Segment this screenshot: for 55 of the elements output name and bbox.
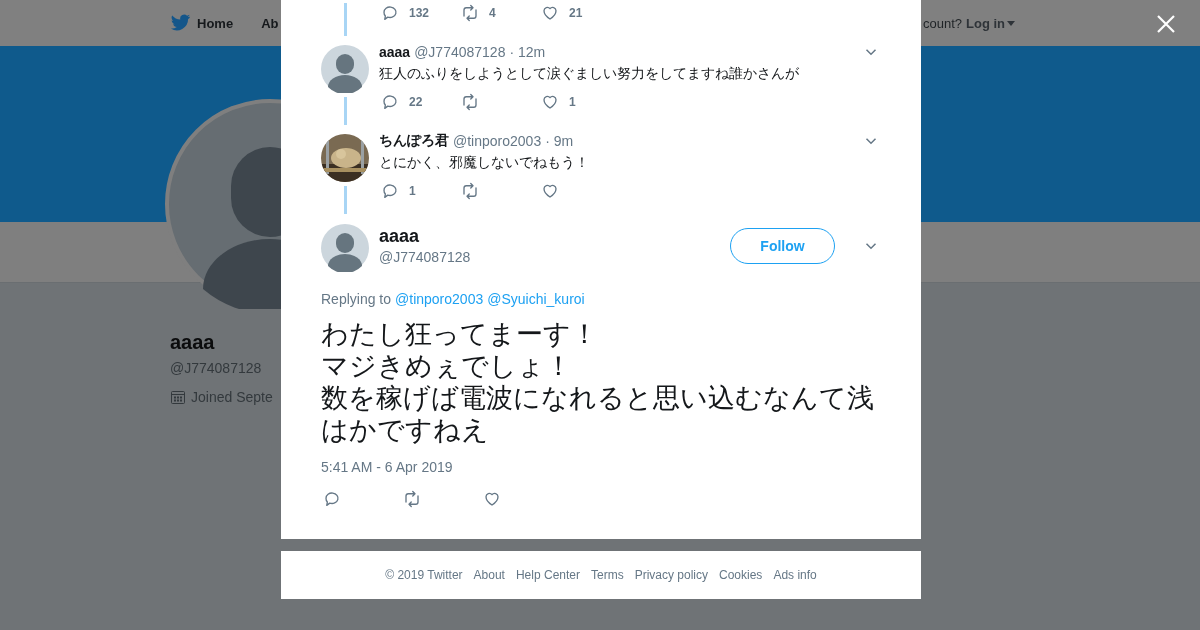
heart-icon[interactable] [541, 4, 559, 22]
joined-date: Joined Septe [191, 389, 273, 405]
heart-icon[interactable] [541, 182, 559, 200]
tweet-text: とにかく、邪魔しないでねもう！ [379, 153, 590, 172]
footer-link[interactable]: Ads info [773, 568, 817, 582]
tweet-text: 狂人のふりをしようとして涙ぐましい努力をしてますね誰かさんが [379, 64, 800, 83]
close-icon[interactable] [1157, 15, 1175, 33]
caret-icon[interactable] [1007, 20, 1015, 26]
footer-link[interactable]: About [473, 568, 505, 582]
tweet-time: · 9m [545, 133, 574, 149]
tweet-timestamp: 5:41 AM - 6 Apr 2019 [321, 458, 454, 477]
tweet-text: 数を稼げば電波になれると思い込むなんて浅はかですねえ [321, 382, 875, 446]
user-handle: @tinporo2003 [453, 133, 542, 149]
replying-label: Replying to [321, 290, 392, 309]
default-avatar-icon [321, 45, 369, 93]
tweet-text: マジきめぇでしょ！ [321, 350, 572, 382]
tweet-text: わたし狂ってまーす！ [321, 318, 598, 350]
like-count: 1 [569, 95, 576, 109]
heart-icon[interactable] [483, 490, 501, 508]
retweet-icon[interactable] [461, 182, 479, 200]
follow-button[interactable]: Follow [730, 228, 835, 264]
profile-name: aaaa [170, 331, 215, 354]
reply-count: 132 [409, 6, 430, 20]
retweet-icon[interactable] [461, 93, 479, 111]
retweet-count: 4 [489, 6, 496, 20]
nav-link[interactable]: Ab [261, 15, 279, 31]
reply-count: 22 [409, 95, 423, 109]
retweet-icon[interactable] [403, 490, 421, 508]
reply-icon[interactable] [381, 4, 399, 22]
footer-link[interactable]: Privacy policy [634, 568, 708, 582]
reply-count: 1 [409, 184, 416, 198]
mention-link[interactable]: @Syuichi_kuroi [487, 289, 585, 309]
footer-link[interactable]: Cookies [719, 568, 763, 582]
login-prompt: count? [922, 15, 962, 31]
user-name[interactable]: aaaa [379, 44, 411, 60]
reply-icon[interactable] [323, 490, 341, 508]
tweet-time: · 12m [509, 44, 546, 60]
default-avatar-icon [321, 224, 369, 272]
copyright-text: © 2019 Twitter [385, 568, 463, 582]
user-handle: @J774087128 [414, 44, 506, 60]
user-handle: @J774087128 [379, 248, 471, 267]
heart-icon[interactable] [541, 93, 559, 111]
retweet-icon[interactable] [461, 4, 479, 22]
reply-icon[interactable] [381, 182, 399, 200]
profile-handle: @J774087128 [170, 360, 262, 376]
footer-link[interactable]: Terms [591, 568, 624, 582]
login-link[interactable]: Log in [966, 15, 1015, 31]
user-name[interactable]: ちんぽろ君 [379, 132, 449, 150]
calendar-icon [170, 389, 186, 405]
nav-link[interactable]: Home [170, 14, 234, 32]
footer-link[interactable]: Help Center [515, 568, 580, 582]
user-name[interactable]: aaaa [379, 225, 471, 247]
reply-icon[interactable] [381, 93, 399, 111]
like-count: 21 [569, 6, 583, 20]
mention-link[interactable]: @tinporo2003 [395, 289, 484, 309]
